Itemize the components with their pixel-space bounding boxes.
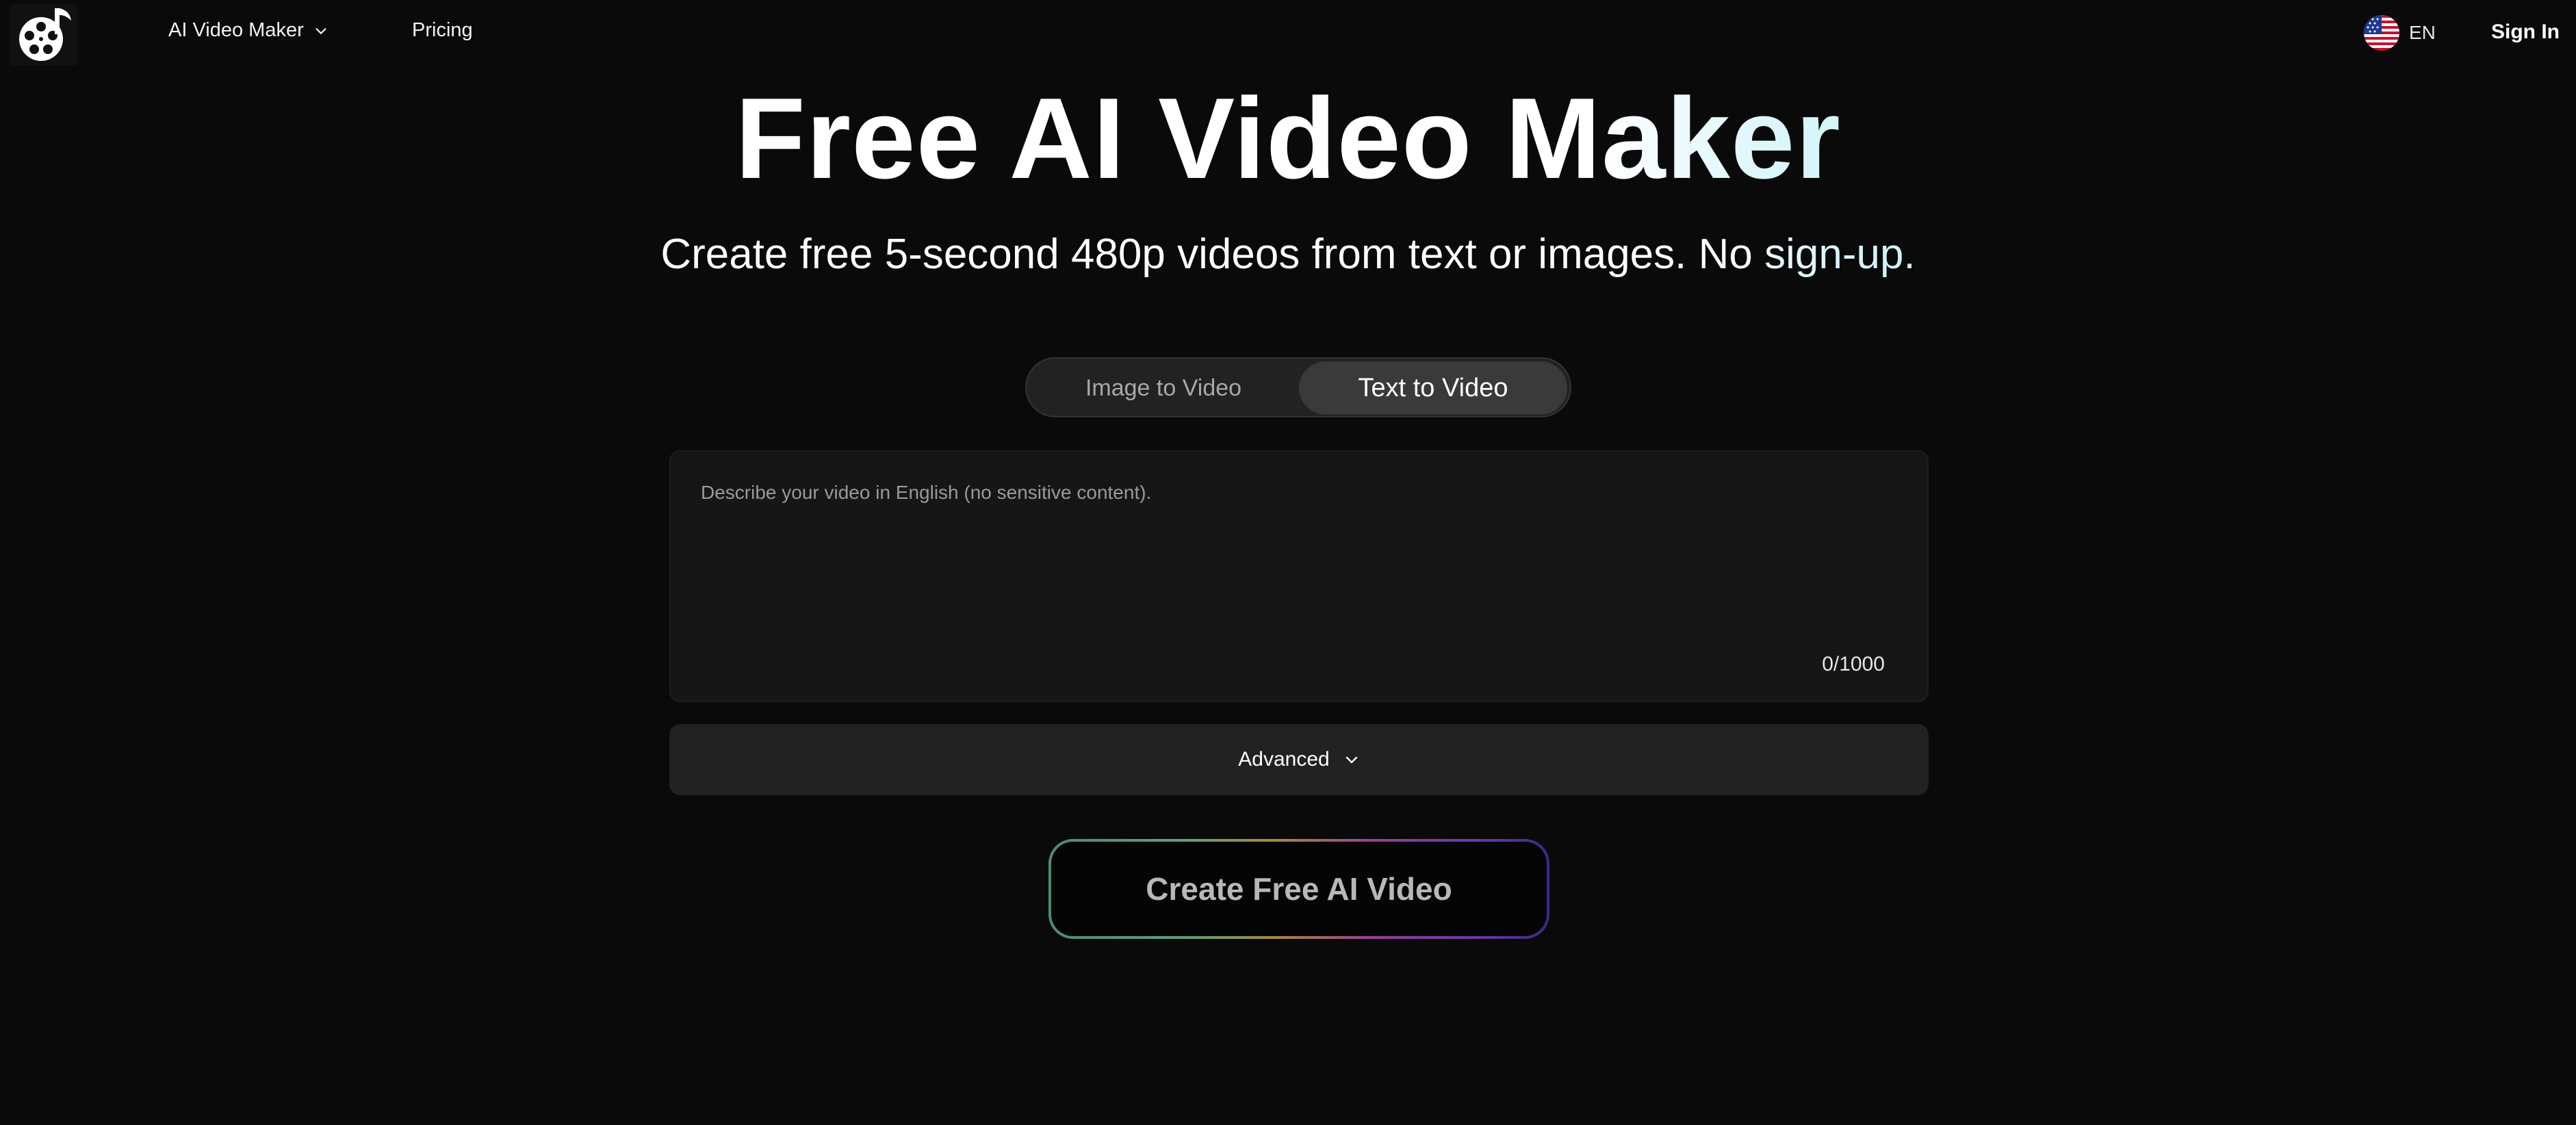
language-code: EN (2409, 22, 2436, 43)
nav-pricing-link[interactable]: Pricing (412, 19, 473, 42)
chevron-down-icon (1345, 756, 1357, 764)
create-free-ai-video-button[interactable]: Create Free AI Video (1051, 842, 1547, 936)
sign-in-button[interactable]: Sign In (2491, 21, 2560, 44)
nav-ai-video-maker-dropdown[interactable]: AI Video Maker (168, 19, 329, 42)
page-title: Free AI Video Maker (0, 77, 2576, 200)
us-flag-icon (2364, 15, 2399, 51)
prompt-panel: 0/1000 (669, 450, 1929, 702)
create-button-border: Create Free AI Video (1048, 839, 1549, 939)
site-logo[interactable] (10, 4, 78, 66)
film-reel-music-note-icon (19, 8, 71, 61)
advanced-label: Advanced (1238, 748, 1330, 771)
language-selector[interactable]: EN (2364, 15, 2436, 51)
tab-text-to-video[interactable]: Text to Video (1299, 361, 1567, 415)
mode-tab-switcher: Image to Video Text to Video (1025, 357, 1571, 417)
top-nav-bar: AI Video Maker Pricing EN Sign In (0, 0, 2576, 68)
character-counter: 0/1000 (1822, 653, 1885, 675)
tab-image-to-video[interactable]: Image to Video (1029, 361, 1298, 415)
advanced-options-toggle[interactable]: Advanced (669, 724, 1929, 795)
prompt-textarea[interactable] (701, 482, 1892, 646)
nav-ai-video-maker-label: AI Video Maker (168, 19, 304, 41)
chevron-down-icon (315, 27, 326, 34)
page-subtitle: Create free 5-second 480p videos from te… (0, 227, 2576, 282)
nav-pricing-label: Pricing (412, 19, 473, 41)
